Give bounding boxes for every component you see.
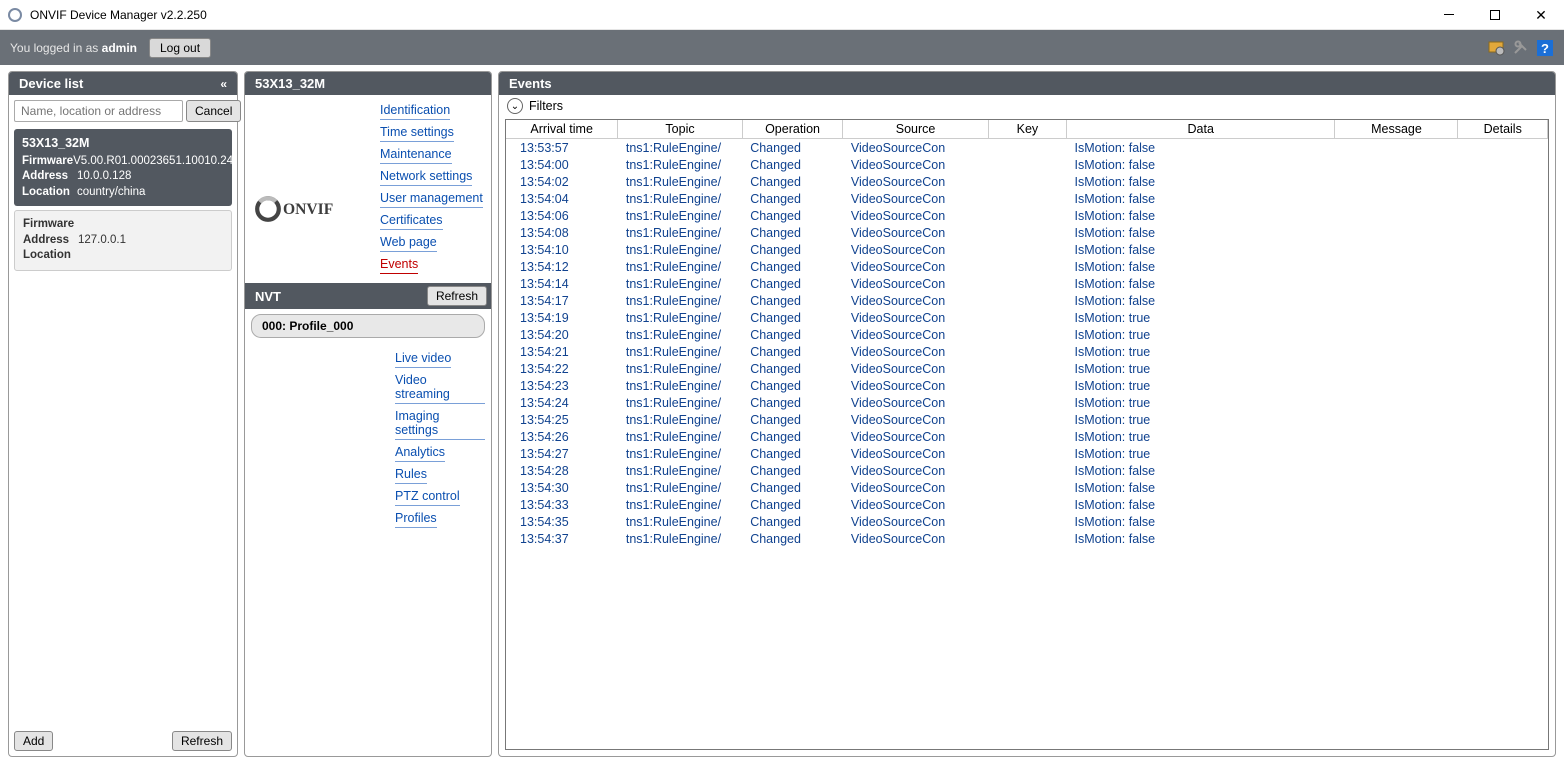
app-icon	[8, 8, 22, 22]
window-title: ONVIF Device Manager v2.2.250	[30, 8, 207, 22]
device-link-events[interactable]: Events	[380, 255, 418, 274]
device-name: 53X13_32M	[22, 135, 224, 152]
table-row[interactable]: 13:54:35tns1:RuleEngine/ChangedVideoSour…	[506, 513, 1548, 530]
refresh-devices-button[interactable]: Refresh	[172, 731, 232, 751]
table-row[interactable]: 13:54:08tns1:RuleEngine/ChangedVideoSour…	[506, 224, 1548, 241]
device-link-user-management[interactable]: User management	[380, 189, 483, 208]
close-button[interactable]: ✕	[1518, 0, 1564, 30]
table-row[interactable]: 13:54:28tns1:RuleEngine/ChangedVideoSour…	[506, 462, 1548, 479]
col-operation[interactable]: Operation	[742, 120, 843, 139]
table-row[interactable]: 13:54:19tns1:RuleEngine/ChangedVideoSour…	[506, 309, 1548, 326]
device-list-title: Device list	[19, 76, 83, 91]
table-row[interactable]: 13:54:06tns1:RuleEngine/ChangedVideoSour…	[506, 207, 1548, 224]
table-row[interactable]: 13:54:22tns1:RuleEngine/ChangedVideoSour…	[506, 360, 1548, 377]
col-details[interactable]: Details	[1458, 120, 1548, 139]
device-list-header: Device list «	[9, 72, 237, 95]
device-detail-title: 53X13_32M	[255, 76, 325, 91]
table-row[interactable]: 13:54:21tns1:RuleEngine/ChangedVideoSour…	[506, 343, 1548, 360]
table-row[interactable]: 13:54:17tns1:RuleEngine/ChangedVideoSour…	[506, 292, 1548, 309]
col-message[interactable]: Message	[1335, 120, 1458, 139]
table-row[interactable]: 13:54:02tns1:RuleEngine/ChangedVideoSour…	[506, 173, 1548, 190]
nvt-link-analytics[interactable]: Analytics	[395, 443, 445, 462]
filters-label: Filters	[529, 99, 563, 113]
events-header: Events	[499, 72, 1555, 95]
table-row[interactable]: 13:54:37tns1:RuleEngine/ChangedVideoSour…	[506, 530, 1548, 547]
profile-item[interactable]: 000: Profile_000	[251, 314, 485, 338]
table-row[interactable]: 13:53:57tns1:RuleEngine/ChangedVideoSour…	[506, 139, 1548, 157]
nvt-link-imaging-settings[interactable]: Imaging settings	[395, 407, 485, 440]
col-source[interactable]: Source	[843, 120, 988, 139]
tools-icon[interactable]	[1512, 39, 1530, 57]
table-row[interactable]: 13:54:20tns1:RuleEngine/ChangedVideoSour…	[506, 326, 1548, 343]
cancel-search-button[interactable]: Cancel	[186, 100, 241, 122]
table-row[interactable]: 13:54:04tns1:RuleEngine/ChangedVideoSour…	[506, 190, 1548, 207]
col-topic[interactable]: Topic	[618, 120, 742, 139]
nvt-header: NVT Refresh	[245, 283, 491, 309]
minimize-button[interactable]	[1426, 0, 1472, 30]
collapse-icon[interactable]: «	[220, 77, 227, 91]
titlebar: ONVIF Device Manager v2.2.250 ✕	[0, 0, 1564, 30]
events-title: Events	[509, 76, 552, 91]
table-row[interactable]: 13:54:24tns1:RuleEngine/ChangedVideoSour…	[506, 394, 1548, 411]
device-search-input[interactable]	[14, 100, 183, 122]
table-row[interactable]: 13:54:30tns1:RuleEngine/ChangedVideoSour…	[506, 479, 1548, 496]
nvt-refresh-button[interactable]: Refresh	[427, 286, 487, 306]
logout-button[interactable]: Log out	[149, 38, 211, 58]
nvt-link-live-video[interactable]: Live video	[395, 349, 451, 368]
chevron-down-icon: ⌄	[507, 98, 523, 114]
col-arrival-time[interactable]: Arrival time	[506, 120, 618, 139]
device-detail-header: 53X13_32M	[245, 72, 491, 95]
device-link-web-page[interactable]: Web page	[380, 233, 437, 252]
device-link-maintenance[interactable]: Maintenance	[380, 145, 452, 164]
nvt-link-profiles[interactable]: Profiles	[395, 509, 437, 528]
nvt-link-rules[interactable]: Rules	[395, 465, 427, 484]
table-row[interactable]: 13:54:12tns1:RuleEngine/ChangedVideoSour…	[506, 258, 1548, 275]
col-key[interactable]: Key	[988, 120, 1066, 139]
device-link-certificates[interactable]: Certificates	[380, 211, 443, 230]
device-card[interactable]: Firmware Address127.0.0.1 Location	[14, 210, 232, 271]
table-row[interactable]: 13:54:23tns1:RuleEngine/ChangedVideoSour…	[506, 377, 1548, 394]
col-data[interactable]: Data	[1067, 120, 1335, 139]
events-panel: Events ⌄ Filters Arrival timeTopicOperat…	[498, 71, 1556, 757]
table-row[interactable]: 13:54:10tns1:RuleEngine/ChangedVideoSour…	[506, 241, 1548, 258]
table-row[interactable]: 13:54:26tns1:RuleEngine/ChangedVideoSour…	[506, 428, 1548, 445]
device-link-time-settings[interactable]: Time settings	[380, 123, 454, 142]
nvt-title: NVT	[255, 289, 281, 304]
maximize-button[interactable]	[1472, 0, 1518, 30]
nvt-link-video-streaming[interactable]: Video streaming	[395, 371, 485, 404]
table-row[interactable]: 13:54:00tns1:RuleEngine/ChangedVideoSour…	[506, 156, 1548, 173]
onvif-logo: ONVIF	[245, 95, 380, 283]
events-table: Arrival timeTopicOperationSourceKeyDataM…	[506, 120, 1548, 547]
login-info: You logged in as admin	[10, 41, 137, 55]
table-row[interactable]: 13:54:25tns1:RuleEngine/ChangedVideoSour…	[506, 411, 1548, 428]
table-row[interactable]: 13:54:33tns1:RuleEngine/ChangedVideoSour…	[506, 496, 1548, 513]
device-detail-panel: 53X13_32M ONVIF Identification Time setti…	[244, 71, 492, 757]
add-device-button[interactable]: Add	[14, 731, 53, 751]
login-bar: You logged in as admin Log out ?	[0, 30, 1564, 65]
table-row[interactable]: 13:54:27tns1:RuleEngine/ChangedVideoSour…	[506, 445, 1548, 462]
svg-text:?: ?	[1541, 41, 1549, 56]
device-link-identification[interactable]: Identification	[380, 101, 450, 120]
filters-toggle[interactable]: ⌄ Filters	[499, 95, 1555, 117]
device-list-panel: Device list « Cancel 53X13_32M FirmwareV…	[8, 71, 238, 757]
table-row[interactable]: 13:54:14tns1:RuleEngine/ChangedVideoSour…	[506, 275, 1548, 292]
help-icon[interactable]: ?	[1536, 39, 1554, 57]
nvt-link-ptz-control[interactable]: PTZ control	[395, 487, 460, 506]
settings-icon[interactable]	[1488, 39, 1506, 57]
device-card-selected[interactable]: 53X13_32M FirmwareV5.00.R01.00023651.100…	[14, 129, 232, 206]
device-link-network-settings[interactable]: Network settings	[380, 167, 472, 186]
svg-text:ONVIF: ONVIF	[283, 201, 333, 218]
